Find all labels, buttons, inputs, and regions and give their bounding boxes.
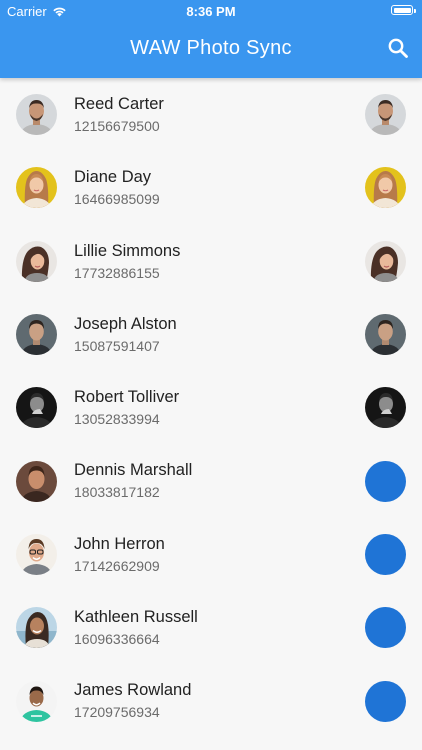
contact-phone: 18033817182 [74,484,160,501]
app-title: WAW Photo Sync [130,37,292,59]
contact-name: Diane Day [74,168,152,187]
contact-row[interactable]: Lillie Simmons 17732886155 [0,225,422,298]
contact-avatar [16,240,57,282]
sync-photo-button[interactable] [365,607,406,649]
contact-avatar [16,533,57,575]
contact-name: Dennis Marshall [74,461,193,480]
search-icon [386,36,410,60]
contact-row[interactable]: John Herron 17142662909 [0,518,422,591]
contact-row[interactable]: Kathleen Russell 16096336664 [0,591,422,664]
sync-photo-button[interactable] [365,460,406,502]
contact-phone: 16466985099 [74,191,160,208]
contact-phone: 16096336664 [74,631,160,648]
status-bar: Carrier 8:36 PM [0,0,422,22]
contact-name: Joseph Alston [74,314,177,333]
contact-name: Robert Tolliver [74,388,180,407]
contact-phone: 17732886155 [74,264,160,281]
contact-row[interactable]: Diane Day 16466985099 [0,151,422,224]
contact-name: John Herron [74,534,165,553]
contact-row[interactable]: Dennis Marshall 18033817182 [0,444,422,517]
contact-row[interactable]: Joseph Alston 15087591407 [0,298,422,371]
clock: 8:36 PM [186,4,236,19]
battery-icon [391,5,416,15]
contact-name: James Rowland [74,681,192,700]
contact-phone: 12156679500 [74,118,160,134]
contact-avatar [16,460,57,502]
contact-avatar [16,94,57,136]
app-bar: Carrier 8:36 PM WAW Photo Sync [0,0,422,78]
synced-photo [365,314,406,356]
contact-row[interactable]: Reed Carter 12156679500 [0,78,422,151]
contact-avatar [16,387,57,429]
synced-photo [365,94,406,136]
synced-photo [365,240,406,282]
contact-list: Reed Carter 12156679500 Diane Day 164669… [0,78,422,738]
contact-phone: 17209756934 [74,704,160,721]
contact-avatar [16,607,57,649]
contact-row[interactable]: Robert Tolliver 13052833994 [0,371,422,444]
contact-phone: 15087591407 [74,337,160,354]
contact-name: Kathleen Russell [74,608,198,627]
synced-photo [365,167,406,209]
contact-row[interactable]: James Rowland 17209756934 [0,664,422,737]
contact-name: Reed Carter [74,95,164,113]
search-button[interactable] [386,36,410,60]
contact-phone: 13052833994 [74,411,160,428]
contact-avatar [16,680,57,722]
contact-phone: 17142662909 [74,557,160,574]
sync-photo-button[interactable] [365,680,406,722]
contact-avatar [16,167,57,209]
synced-photo [365,387,406,429]
sync-photo-button[interactable] [365,533,406,575]
contact-name: Lillie Simmons [74,241,181,260]
contact-avatar [16,314,57,356]
